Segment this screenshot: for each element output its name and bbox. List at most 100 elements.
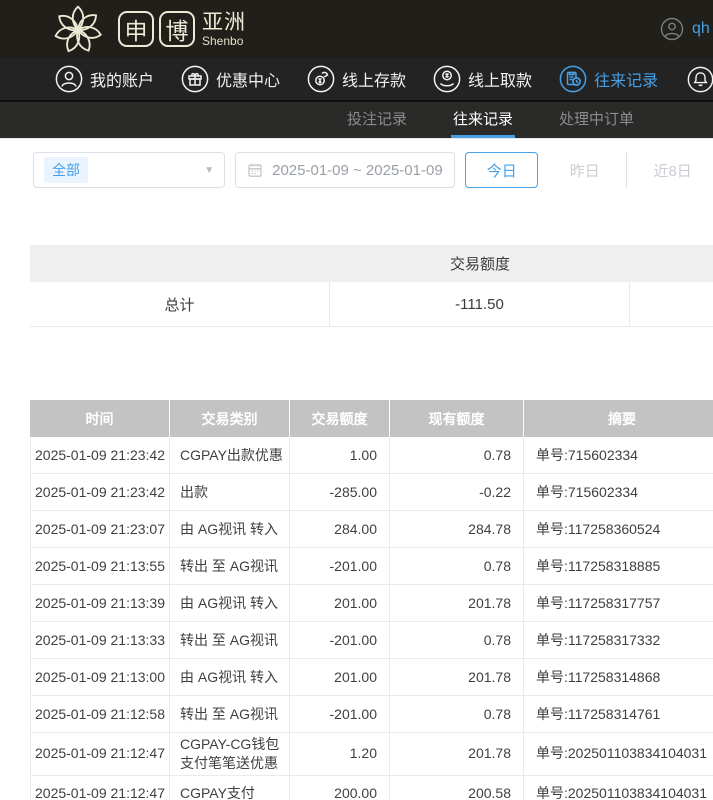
cell-note: 单号:117258360524	[524, 511, 713, 548]
summary-total-value: -111.50	[330, 282, 630, 326]
nav-label: 我的账户	[90, 67, 154, 91]
table-row: 2025-01-09 21:13:55 转出 至 AG视讯 -201.00 0.…	[30, 548, 713, 585]
username-text: qh	[692, 20, 710, 38]
withdraw-icon	[433, 65, 461, 93]
cell-time: 2025-01-09 21:13:55	[30, 548, 170, 585]
records-icon	[559, 65, 587, 93]
cell-amount: 201.00	[290, 659, 390, 696]
table-row: 2025-01-09 21:23:07 由 AG视讯 转入 284.00 284…	[30, 511, 713, 548]
table-row: 2025-01-09 21:12:47 CGPAY支付 200.00 200.5…	[30, 776, 713, 800]
cell-note: 单号:117258314761	[524, 696, 713, 733]
logo-latin-text: Shenbo	[202, 35, 246, 47]
table-row: 2025-01-09 21:12:58 转出 至 AG视讯 -201.00 0.…	[30, 696, 713, 733]
cell-amount: 200.00	[290, 776, 390, 800]
cell-amount: 1.00	[290, 437, 390, 474]
cell-balance: 284.78	[390, 511, 524, 548]
cell-balance: 201.78	[390, 659, 524, 696]
cell-type: 由 AG视讯 转入	[170, 585, 290, 622]
summary-section: 交易额度 总计 -111.50	[0, 245, 713, 327]
cell-balance: 201.78	[390, 733, 524, 776]
cell-type: 转出 至 AG视讯	[170, 696, 290, 733]
cell-type: CGPAY出款优惠	[170, 437, 290, 474]
nav-label: 线上取款	[468, 67, 532, 91]
cell-time: 2025-01-09 21:23:42	[30, 437, 170, 474]
filter-divider	[626, 152, 627, 188]
nav-item-promotions[interactable]: 优惠中心	[181, 65, 280, 93]
cell-balance: 201.78	[390, 585, 524, 622]
cell-type: 转出 至 AG视讯	[170, 548, 290, 585]
cell-amount: -201.00	[290, 622, 390, 659]
quick-filter-yesterday-button[interactable]: 昨日	[548, 152, 621, 188]
cell-amount: 284.00	[290, 511, 390, 548]
cell-amount: -201.00	[290, 696, 390, 733]
user-avatar-icon	[660, 17, 684, 41]
tab-processing-orders[interactable]: 处理中订单	[557, 102, 636, 138]
cell-type: 出款	[170, 474, 290, 511]
cell-note: 单号:117258317757	[524, 585, 713, 622]
filter-bar: 全部 ▼ 2025-01-09 ~ 2025-01-09 今日 昨日 近8日	[0, 138, 713, 200]
summary-total-row: 总计 -111.50	[30, 282, 713, 327]
cell-time: 2025-01-09 21:23:07	[30, 511, 170, 548]
cell-type: CGPAY支付	[170, 776, 290, 800]
logo-char-shen: 申	[118, 11, 154, 47]
cell-type: CGPAY-CG钱包支付笔笔送优惠	[170, 733, 290, 776]
top-brand-bar: 申 博 亚洲 Shenbo qh	[0, 0, 713, 58]
cell-note: 单号:117258314868	[524, 659, 713, 696]
quick-filter-8days-button[interactable]: 近8日	[632, 152, 713, 188]
cell-amount: 1.20	[290, 733, 390, 776]
bell-icon	[687, 66, 713, 93]
cell-note: 单号:202501103834104031	[524, 776, 713, 800]
main-nav: 我的账户 优惠中心 线上存款 线上取款	[0, 58, 713, 100]
table-row: 2025-01-09 21:23:42 CGPAY出款优惠 1.00 0.78 …	[30, 437, 713, 474]
cell-time: 2025-01-09 21:13:39	[30, 585, 170, 622]
cell-balance: 0.78	[390, 696, 524, 733]
nav-item-records[interactable]: 往来记录	[559, 65, 658, 93]
records-section: 时间 交易类别 交易额度 现有额度 摘要 2025-01-09 21:23:42…	[0, 400, 713, 800]
summary-amount-header: 交易额度	[330, 253, 630, 274]
table-row: 2025-01-09 21:12:47 CGPAY-CG钱包支付笔笔送优惠 1.…	[30, 733, 713, 776]
tab-transaction-records[interactable]: 往来记录	[451, 102, 515, 138]
col-header-amount: 交易额度	[290, 400, 390, 437]
table-row: 2025-01-09 21:13:39 由 AG视讯 转入 201.00 201…	[30, 585, 713, 622]
nav-item-my-account[interactable]: 我的账户	[55, 65, 154, 93]
cell-time: 2025-01-09 21:12:58	[30, 696, 170, 733]
table-row: 2025-01-09 21:13:33 转出 至 AG视讯 -201.00 0.…	[30, 622, 713, 659]
cell-time: 2025-01-09 21:13:00	[30, 659, 170, 696]
tab-betting-records[interactable]: 投注记录	[345, 102, 409, 138]
cell-amount: 201.00	[290, 585, 390, 622]
cell-balance: -0.22	[390, 474, 524, 511]
summary-total-label: 总计	[30, 282, 330, 326]
category-selected-value: 全部	[44, 157, 88, 183]
notifications-bell-button[interactable]	[687, 66, 713, 93]
col-header-balance: 现有额度	[390, 400, 524, 437]
nav-item-withdraw[interactable]: 线上取款	[433, 65, 532, 93]
col-header-type: 交易类别	[170, 400, 290, 437]
cell-type: 由 AG视讯 转入	[170, 659, 290, 696]
records-header-row: 时间 交易类别 交易额度 现有额度 摘要	[30, 400, 713, 437]
page: 申 博 亚洲 Shenbo qh 我的账户	[0, 0, 713, 800]
nav-label: 线上存款	[342, 67, 406, 91]
nav-item-deposit[interactable]: 线上存款	[307, 65, 406, 93]
brand-logo[interactable]: 申 博 亚洲 Shenbo	[52, 3, 246, 55]
date-range-input[interactable]: 2025-01-09 ~ 2025-01-09	[235, 152, 455, 188]
calendar-icon	[247, 162, 263, 178]
nav-label: 往来记录	[594, 67, 658, 91]
table-row: 2025-01-09 21:23:42 出款 -285.00 -0.22 单号:…	[30, 474, 713, 511]
deposit-icon	[307, 65, 335, 93]
quick-filter-today-button[interactable]: 今日	[465, 152, 538, 188]
cell-type: 转出 至 AG视讯	[170, 622, 290, 659]
flower-logo-icon	[52, 3, 104, 55]
cell-note: 单号:202501103834104031	[524, 733, 713, 776]
records-subnav: 投注记录 往来记录 处理中订单	[0, 100, 713, 138]
summary-header-row: 交易额度	[30, 245, 713, 282]
cell-type: 由 AG视讯 转入	[170, 511, 290, 548]
gift-icon	[181, 65, 209, 93]
table-row: 2025-01-09 21:13:00 由 AG视讯 转入 201.00 201…	[30, 659, 713, 696]
category-select[interactable]: 全部 ▼	[33, 152, 225, 188]
cell-amount: -201.00	[290, 548, 390, 585]
cell-amount: -285.00	[290, 474, 390, 511]
user-account-area[interactable]: qh	[660, 0, 710, 58]
cell-note: 单号:117258317332	[524, 622, 713, 659]
cell-balance: 0.78	[390, 548, 524, 585]
cell-balance: 200.58	[390, 776, 524, 800]
